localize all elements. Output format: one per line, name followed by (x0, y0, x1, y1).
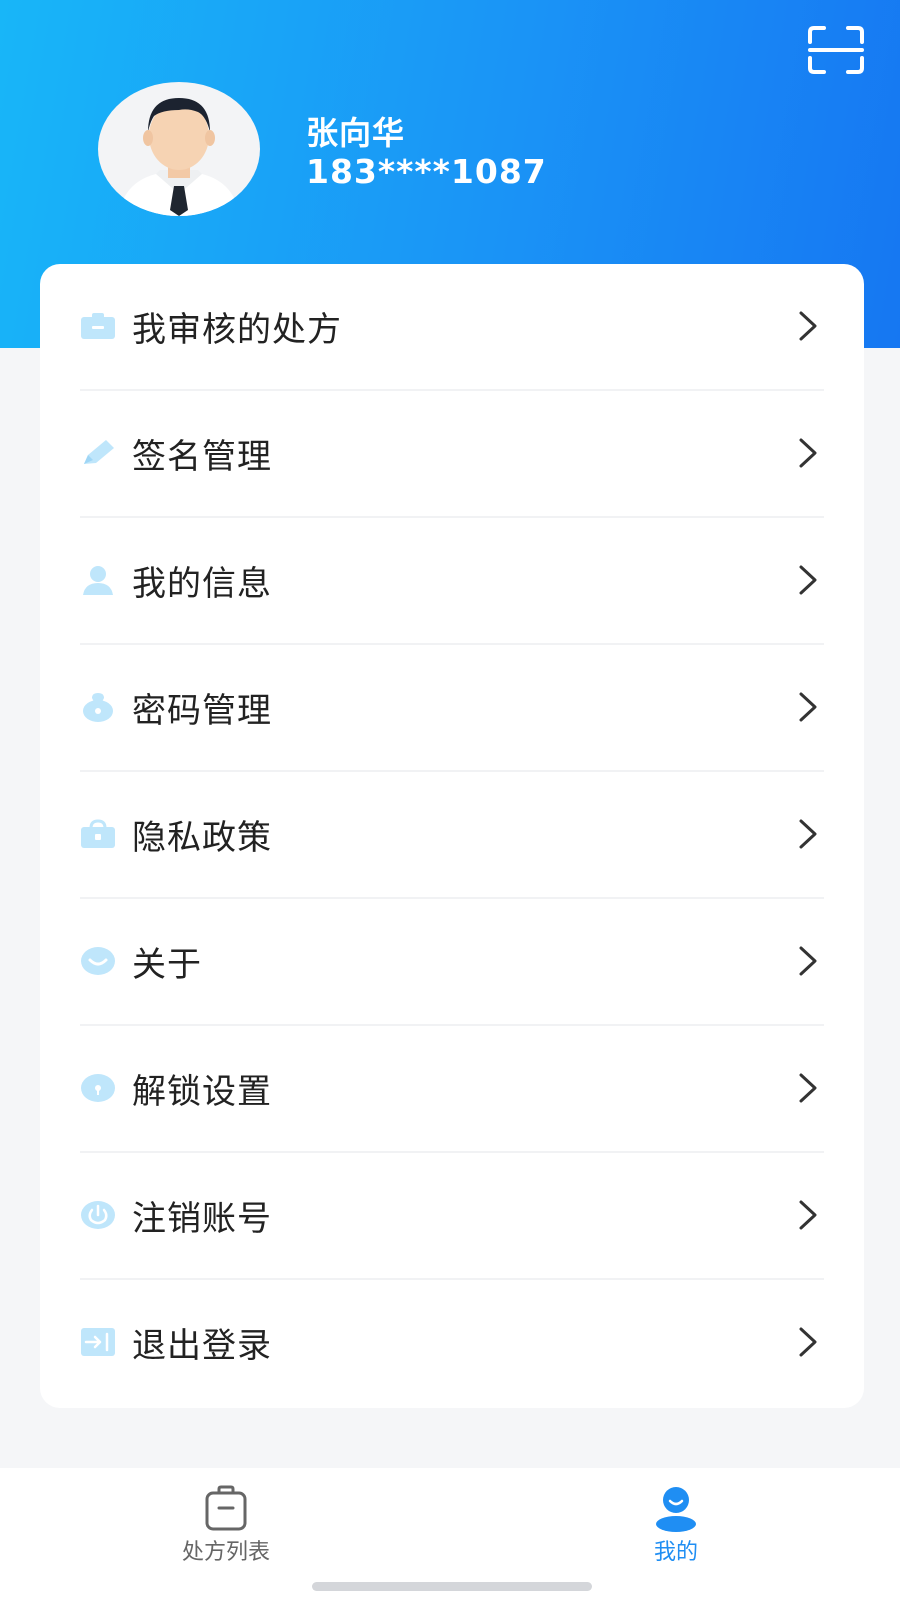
chevron-right-icon (796, 308, 820, 344)
chevron-right-icon (796, 816, 820, 852)
avatar[interactable] (98, 82, 260, 216)
menu-item-unlock-settings[interactable]: 解锁设置 (80, 1026, 824, 1153)
clipboard-icon (202, 1484, 250, 1532)
prescription-folder-icon (80, 311, 116, 341)
scan-button[interactable] (806, 24, 866, 76)
menu-item-label: 签名管理 (132, 437, 272, 477)
menu-item-logout[interactable]: 退出登录 (80, 1280, 824, 1407)
tab-mine[interactable]: 我的 (546, 1468, 806, 1568)
scan-icon (808, 26, 864, 74)
power-icon (80, 1200, 116, 1230)
profile-icon (652, 1484, 700, 1532)
menu-list: 我审核的处方 签名管理 我的信息 密码管理 隐私政策 关于 解锁设置 注销账号 … (40, 264, 864, 1408)
chevron-right-icon (796, 689, 820, 725)
privacy-bag-icon (80, 819, 116, 849)
menu-item-label: 隐私政策 (132, 818, 272, 858)
menu-item-my-info[interactable]: 我的信息 (80, 518, 824, 645)
bottom-tab-bar: 处方列表 我的 (0, 1468, 900, 1600)
user-icon (80, 565, 116, 595)
menu-item-reviewed-prescriptions[interactable]: 我审核的处方 (80, 264, 824, 391)
menu-item-label: 退出登录 (132, 1326, 272, 1366)
tab-label: 我的 (653, 1540, 698, 1565)
menu-item-label: 我的信息 (132, 564, 272, 604)
chevron-right-icon (796, 943, 820, 979)
user-name: 张向华 (306, 114, 406, 152)
home-indicator (312, 1582, 592, 1591)
menu-item-privacy-policy[interactable]: 隐私政策 (80, 772, 824, 899)
tab-label: 处方列表 (181, 1540, 270, 1565)
menu-item-cancel-account[interactable]: 注销账号 (80, 1153, 824, 1280)
chevron-right-icon (796, 1070, 820, 1106)
menu-item-password-management[interactable]: 密码管理 (80, 645, 824, 772)
unlock-icon (80, 1073, 116, 1103)
chevron-right-icon (796, 562, 820, 598)
tab-prescription-list[interactable]: 处方列表 (96, 1468, 356, 1568)
profile-page: 张向华 183****1087 我审核的处方 签名管理 我的信息 密码管理 隐私… (0, 0, 900, 1600)
password-lock-icon (80, 692, 116, 722)
menu-item-about[interactable]: 关于 (80, 899, 824, 1026)
menu-item-label: 我审核的处方 (132, 310, 342, 350)
doctor-avatar-icon (118, 98, 240, 216)
pencil-icon (80, 438, 116, 468)
chevron-right-icon (796, 1197, 820, 1233)
logout-icon (80, 1327, 116, 1357)
user-phone: 183****1087 (306, 152, 547, 191)
menu-item-label: 关于 (132, 945, 202, 985)
chevron-right-icon (796, 1324, 820, 1360)
menu-item-label: 注销账号 (132, 1199, 272, 1239)
menu-item-signature-management[interactable]: 签名管理 (80, 391, 824, 518)
menu-item-label: 解锁设置 (132, 1072, 272, 1112)
menu-item-label: 密码管理 (132, 691, 272, 731)
chevron-right-icon (796, 435, 820, 471)
smile-icon (80, 946, 116, 976)
